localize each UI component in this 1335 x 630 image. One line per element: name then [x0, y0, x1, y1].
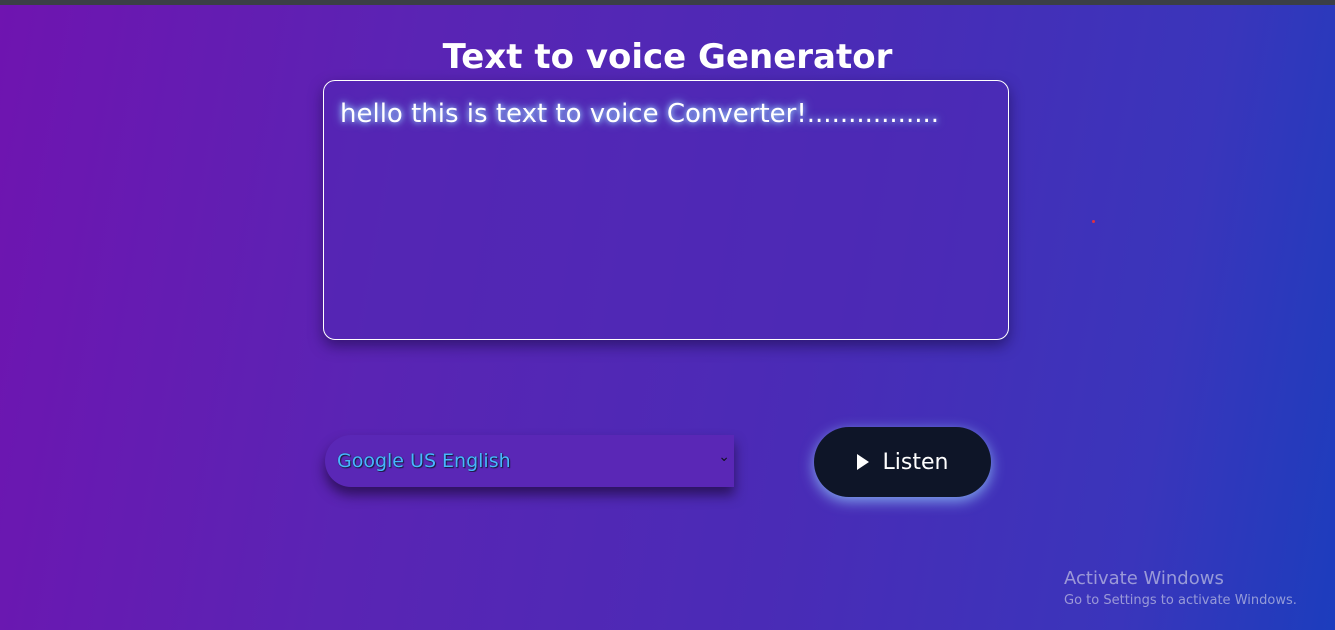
listen-button[interactable]: Listen — [814, 427, 991, 497]
watermark-title: Activate Windows — [1064, 568, 1224, 589]
play-icon — [856, 454, 869, 470]
text-input-area[interactable]: hello this is text to voice Converter!..… — [323, 80, 1009, 340]
window-top-bar — [0, 0, 1335, 5]
watermark-subtitle: Go to Settings to activate Windows. — [1064, 593, 1297, 608]
voice-select[interactable]: Google US English — [325, 435, 734, 487]
activate-windows-watermark: Activate Windows Go to Settings to activ… — [1064, 568, 1297, 611]
cursor-dot — [1092, 220, 1095, 223]
page-title: Text to voice Generator — [442, 36, 893, 77]
voice-select-container[interactable]: Google US English ⌄ — [325, 435, 734, 487]
listen-button-label: Listen — [882, 449, 949, 475]
